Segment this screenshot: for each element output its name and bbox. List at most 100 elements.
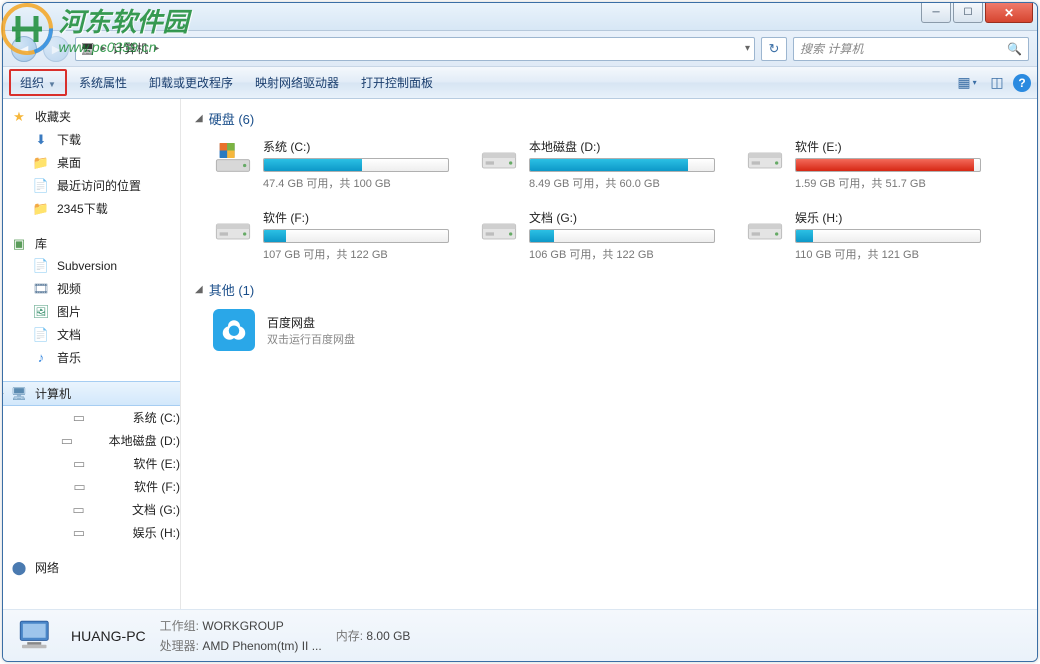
- drive-item[interactable]: 本地磁盘 (D:) 8.49 GB 可用，共 60.0 GB: [479, 138, 723, 191]
- sidebar-item-label: 最近访问的位置: [57, 177, 141, 194]
- sidebar-item-label: 桌面: [57, 154, 81, 171]
- other-item-desc: 双击运行百度网盘: [267, 331, 355, 347]
- uninstall-button[interactable]: 卸载或更改程序: [139, 70, 243, 95]
- sidebar-item-label: 文档 (G:): [132, 501, 180, 518]
- sidebar-item-label: 图片: [57, 303, 81, 320]
- drive-free-text: 8.49 GB 可用，共 60.0 GB: [529, 175, 723, 191]
- usage-bar: [529, 229, 715, 243]
- details-pane: HUANG-PC 工作组: WORKGROUP 处理器: AMD Phenom(…: [3, 609, 1037, 661]
- category-other[interactable]: ◢ 其他 (1): [195, 280, 1023, 299]
- view-mode-button[interactable]: ▦▾: [953, 71, 981, 95]
- vid-icon: 🎞: [33, 281, 49, 297]
- drive-icon: ▭: [33, 456, 125, 472]
- sidebar-item-label: 下载: [57, 131, 81, 148]
- maximize-button[interactable]: ☐: [953, 3, 983, 23]
- sidebar-item-drive[interactable]: ▭ 娱乐 (H:): [3, 521, 180, 544]
- sidebar-item[interactable]: 📁 2345下载: [3, 197, 180, 220]
- sidebar-item-drive[interactable]: ▭ 软件 (F:): [3, 475, 180, 498]
- folder-icon: 📁: [33, 155, 49, 171]
- toolbar: 组织▼ 系统属性 卸载或更改程序 映射网络驱动器 打开控制面板 ▦▾ ◫ ?: [3, 67, 1037, 99]
- map-drive-button[interactable]: 映射网络驱动器: [245, 70, 349, 95]
- back-button[interactable]: ◄: [11, 36, 37, 62]
- sidebar-item-label: 文档: [57, 326, 81, 343]
- drive-icon: [745, 138, 785, 178]
- drive-item[interactable]: 软件 (F:) 107 GB 可用，共 122 GB: [213, 209, 457, 262]
- sidebar-item-label: 2345下载: [57, 200, 108, 217]
- minimize-button[interactable]: ─: [921, 3, 951, 23]
- breadcrumb[interactable]: 🖥 ▸ 计算机 ▸ ▾: [75, 37, 755, 61]
- sidebar-item[interactable]: 🎞 视频: [3, 277, 180, 300]
- libraries-header[interactable]: ▣ 库: [3, 232, 180, 255]
- usage-bar: [795, 229, 981, 243]
- drive-free-text: 107 GB 可用，共 122 GB: [263, 246, 457, 262]
- sidebar-item-drive[interactable]: ▭ 软件 (E:): [3, 452, 180, 475]
- sidebar-item-label: 软件 (F:): [134, 478, 180, 495]
- drive-icon: [479, 209, 519, 249]
- collapse-icon[interactable]: ◢: [195, 284, 203, 295]
- memory-value: 8.00 GB: [366, 629, 410, 643]
- drive-item[interactable]: 系统 (C:) 47.4 GB 可用，共 100 GB: [213, 138, 457, 191]
- sidebar-item-drive[interactable]: ▭ 本地磁盘 (D:): [3, 429, 180, 452]
- sidebar-item[interactable]: 📁 桌面: [3, 151, 180, 174]
- computer-icon: 🖥: [11, 386, 27, 402]
- pic-icon: 🖼: [33, 304, 49, 320]
- sidebar-item[interactable]: 🖼 图片: [3, 300, 180, 323]
- navigation-pane: ★ 收藏夹 ⬇ 下载 📁 桌面 📄 最近访问的位置 📁 2345下载 ▣ 库: [3, 99, 181, 609]
- drive-item[interactable]: 娱乐 (H:) 110 GB 可用，共 121 GB: [745, 209, 989, 262]
- usage-bar: [529, 158, 715, 172]
- organize-button[interactable]: 组织▼: [9, 69, 67, 96]
- drive-item[interactable]: 软件 (E:) 1.59 GB 可用，共 51.7 GB: [745, 138, 989, 191]
- drive-icon: [479, 138, 519, 178]
- drive-name: 软件 (F:): [263, 209, 457, 226]
- favorites-header[interactable]: ★ 收藏夹: [3, 105, 180, 128]
- other-item-baidu[interactable]: 百度网盘 双击运行百度网盘: [213, 309, 1023, 351]
- control-panel-button[interactable]: 打开控制面板: [351, 70, 443, 95]
- breadcrumb-location[interactable]: 计算机: [112, 40, 148, 57]
- search-placeholder: 搜索 计算机: [800, 40, 863, 57]
- sidebar-item[interactable]: 📄 文档: [3, 323, 180, 346]
- close-button[interactable]: ✕: [985, 3, 1033, 23]
- help-button[interactable]: ?: [1013, 74, 1031, 92]
- sidebar-item-label: 软件 (E:): [133, 455, 180, 472]
- computer-header[interactable]: ▷ 🖥 计算机: [3, 381, 180, 406]
- collapse-icon[interactable]: ◢: [195, 113, 203, 124]
- usage-bar: [263, 229, 449, 243]
- drive-icon: [213, 209, 253, 249]
- sidebar-item-drive[interactable]: ▭ 系统 (C:): [3, 406, 180, 429]
- explorer-window: ─ ☐ ✕ ◄ ► 🖥 ▸ 计算机 ▸ ▾ ↻ 搜索 计算机 🔍 组织▼ 系统属…: [2, 2, 1038, 662]
- drive-free-text: 110 GB 可用，共 121 GB: [795, 246, 989, 262]
- drive-name: 系统 (C:): [263, 138, 457, 155]
- drive-icon: [745, 209, 785, 249]
- sidebar-item[interactable]: 📄 Subversion: [3, 255, 180, 277]
- library-icon: ▣: [11, 236, 27, 252]
- usage-bar: [263, 158, 449, 172]
- sidebar-item[interactable]: ⬇ 下载: [3, 128, 180, 151]
- dl-icon: ⬇: [33, 132, 49, 148]
- dropdown-icon[interactable]: ▾: [745, 43, 750, 54]
- address-bar: ◄ ► 🖥 ▸ 计算机 ▸ ▾ ↻ 搜索 计算机 🔍: [3, 31, 1037, 67]
- category-drives[interactable]: ◢ 硬盘 (6): [195, 109, 1023, 128]
- computer-icon: 🖥: [80, 42, 95, 56]
- drive-name: 软件 (E:): [795, 138, 989, 155]
- refresh-button[interactable]: ↻: [761, 37, 787, 61]
- drive-icon: ▭: [33, 525, 125, 541]
- drive-item[interactable]: 文档 (G:) 106 GB 可用，共 122 GB: [479, 209, 723, 262]
- sidebar-item[interactable]: 📄 最近访问的位置: [3, 174, 180, 197]
- preview-pane-button[interactable]: ◫: [983, 71, 1011, 95]
- search-icon[interactable]: 🔍: [1007, 42, 1022, 56]
- drive-name: 文档 (G:): [529, 209, 723, 226]
- chevron-icon: ▸: [101, 43, 106, 54]
- search-input[interactable]: 搜索 计算机 🔍: [793, 37, 1029, 61]
- other-item-name: 百度网盘: [267, 314, 355, 331]
- expander-icon[interactable]: ▷: [3, 388, 4, 399]
- sidebar-item-drive[interactable]: ▭ 文档 (G:): [3, 498, 180, 521]
- network-header[interactable]: ⬤ 网络: [3, 556, 180, 579]
- pc-name: HUANG-PC: [71, 628, 146, 644]
- doc-icon: 📄: [33, 327, 49, 343]
- baidu-netdisk-icon: [213, 309, 255, 351]
- forward-button[interactable]: ►: [43, 36, 69, 62]
- sidebar-item[interactable]: ♪ 音乐: [3, 346, 180, 369]
- sidebar-item-label: Subversion: [57, 259, 117, 273]
- system-properties-button[interactable]: 系统属性: [69, 70, 137, 95]
- drive-free-text: 106 GB 可用，共 122 GB: [529, 246, 723, 262]
